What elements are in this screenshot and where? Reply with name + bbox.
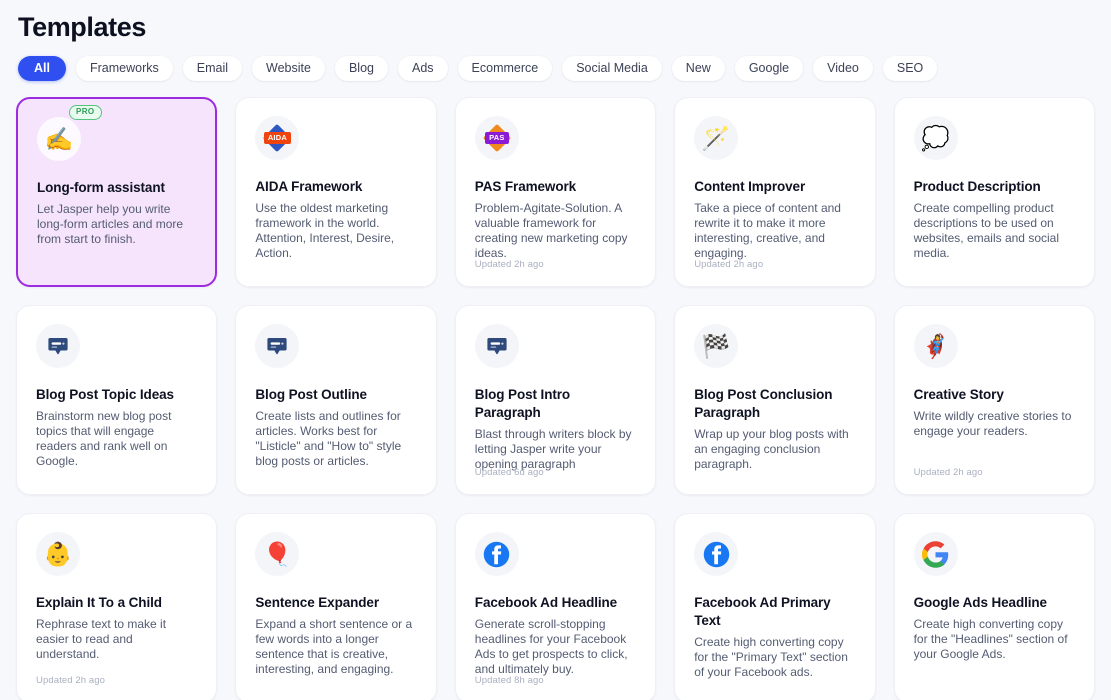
templates-grid: ✍️ PRO Long-form assistant Let Jasper help … <box>16 97 1095 700</box>
template-card[interactable]: 🏁 Blog Post Conclusion Paragraph Wrap up y… <box>674 305 876 495</box>
template-icon: PAS <box>474 116 519 160</box>
template-icon: ✍️ PRO <box>37 105 102 161</box>
filter-pill-ads[interactable]: Ads <box>397 55 448 81</box>
template-title: AIDA Framework <box>255 179 363 194</box>
template-description: Create lists and outlines for articles. … <box>255 409 402 468</box>
filter-pill-social-media[interactable]: Social Media <box>562 55 662 81</box>
template-description: Rephrase text to make it easier to read … <box>36 617 167 661</box>
facebook-icon <box>703 541 729 567</box>
template-description: Write wildly creative stories to engage … <box>913 409 1072 438</box>
template-title: Blog Post Outline <box>255 387 367 402</box>
template-icon <box>474 324 519 368</box>
template-title: PAS Framework <box>474 179 577 194</box>
template-updated-timestamp: Updated 6d ago <box>474 467 544 478</box>
template-card[interactable]: Facebook Ad Headline Generate scroll-stop… <box>454 513 657 700</box>
template-description: Problem-Agitate-Solution. A valuable fra… <box>474 201 628 260</box>
template-icon <box>474 532 519 576</box>
template-card[interactable]: Facebook Ad Primary Text Create high conv… <box>674 513 876 700</box>
template-title: Facebook Ad Headline <box>474 595 618 610</box>
template-icon: 👶 <box>36 532 80 576</box>
template-icon: 🪄 <box>694 116 739 160</box>
speech-balloon-icon <box>48 338 68 355</box>
template-description: Take a piece of content and rewrite it t… <box>694 201 841 260</box>
template-icon: 💭 <box>913 116 958 160</box>
baby-icon: 👶 <box>43 540 73 567</box>
template-title: Google Ads Headline <box>913 595 1047 610</box>
template-title: Blog Post Conclusion Paragraph <box>694 387 833 420</box>
template-icon <box>36 324 80 368</box>
superhero-icon: 🦸‍♀️ <box>921 332 950 359</box>
template-icon <box>255 324 300 368</box>
template-description: Expand a short sentence or a few words i… <box>255 617 413 676</box>
template-icon <box>913 532 958 576</box>
pas-badge-icon: PAS <box>482 123 511 153</box>
template-title: Content Improver <box>694 179 806 194</box>
template-icon: 🏁 <box>694 324 739 368</box>
template-description: Generate scroll-stopping headlines for y… <box>474 617 628 676</box>
template-card[interactable]: Blog Post Topic Ideas Brainstorm new blog… <box>16 305 218 495</box>
template-title: Long-form assistant <box>37 180 165 195</box>
filter-pill-all[interactable]: All <box>18 55 66 81</box>
template-card[interactable]: PAS PAS Framework Problem-Agitate-Solution… <box>454 97 657 287</box>
filter-pill-website[interactable]: Website <box>252 55 325 81</box>
speech-balloon-icon <box>267 338 287 355</box>
facebook-icon <box>484 541 510 567</box>
filter-pill-ecommerce[interactable]: Ecommerce <box>457 55 553 81</box>
template-description: Let Jasper help you write long-form arti… <box>37 202 184 246</box>
templates-page: Templates All Frameworks Email Website Blog A… <box>0 0 1111 700</box>
template-card[interactable]: 🎈 Sentence Expander Expand a short sentenc… <box>235 513 437 700</box>
template-updated-timestamp: Updated 2h ago <box>913 467 983 478</box>
template-card[interactable]: AIDA AIDA Framework Use the oldest marketi… <box>235 97 437 287</box>
template-icon: 🎈 <box>255 532 300 576</box>
template-card[interactable]: 🪄 Content Improver Take a piece of content… <box>674 97 876 287</box>
filter-pill-blog[interactable]: Blog <box>334 55 388 81</box>
template-description: Brainstorm new blog post topics that wil… <box>36 409 172 468</box>
template-description: Create high converting copy for the "Pri… <box>694 635 848 679</box>
template-title: Blog Post Intro Paragraph <box>474 387 571 420</box>
template-title: Product Description <box>913 179 1041 194</box>
template-card[interactable]: Blog Post Intro Paragraph Blast through w… <box>454 305 657 495</box>
thought-balloon-icon: 💭 <box>921 124 950 151</box>
filter-pill-video[interactable]: Video <box>813 55 873 81</box>
template-description: Blast through writers block by letting J… <box>474 427 632 471</box>
template-title: Explain It To a Child <box>36 595 162 610</box>
template-icon: 🦸‍♀️ <box>913 324 958 368</box>
template-title: Creative Story <box>913 387 1004 402</box>
template-title: Sentence Expander <box>255 595 379 610</box>
filter-pill-email[interactable]: Email <box>182 55 243 81</box>
template-description: Wrap up your blog posts with an engaging… <box>694 427 849 471</box>
template-title: Blog Post Topic Ideas <box>36 387 174 402</box>
template-card[interactable]: Blog Post Outline Create lists and outlin… <box>235 305 437 495</box>
template-updated-timestamp: Updated 2h ago <box>36 675 106 686</box>
filter-pill-bar: All Frameworks Email Website Blog Ads Ecommerc… <box>16 55 1095 81</box>
template-description: Use the oldest marketing framework in th… <box>255 201 395 260</box>
aida-badge-icon: AIDA <box>263 123 292 153</box>
balloon-icon: 🎈 <box>263 540 292 567</box>
template-description: Create high converting copy for the "Hea… <box>913 617 1068 661</box>
filter-pill-frameworks[interactable]: Frameworks <box>75 55 173 81</box>
template-updated-timestamp: Updated 8h ago <box>474 675 544 686</box>
template-card[interactable]: Google Ads Headline Create high convertin… <box>893 513 1095 700</box>
template-updated-timestamp: Updated 2h ago <box>474 259 544 270</box>
template-description: Create compelling product descriptions t… <box>913 201 1059 260</box>
template-title: Facebook Ad Primary Text <box>694 595 831 628</box>
filter-pill-new[interactable]: New <box>671 55 725 81</box>
filter-pill-google[interactable]: Google <box>734 55 804 81</box>
template-card[interactable]: 🦸‍♀️ Creative Story Write wildly creative … <box>893 305 1095 495</box>
google-icon <box>922 540 949 568</box>
template-card[interactable]: 👶 Explain It To a Child Rephrase text to m… <box>16 513 218 700</box>
filter-pill-seo[interactable]: SEO <box>882 55 938 81</box>
template-icon <box>694 532 739 576</box>
pro-badge: PRO <box>69 105 102 120</box>
page-title: Templates <box>18 12 146 42</box>
magic-wand-icon: 🪄 <box>701 124 731 151</box>
speech-balloon-icon <box>487 338 507 355</box>
template-card[interactable]: 💭 Product Description Create compelling pr… <box>893 97 1095 287</box>
template-card[interactable]: ✍️ PRO Long-form assistant Let Jasper help … <box>16 97 218 287</box>
template-icon: AIDA <box>255 116 300 160</box>
chequered-flag-icon: 🏁 <box>701 332 731 359</box>
template-updated-timestamp: Updated 2h ago <box>694 259 764 270</box>
writing-hand-icon: ✍️ <box>44 125 74 152</box>
